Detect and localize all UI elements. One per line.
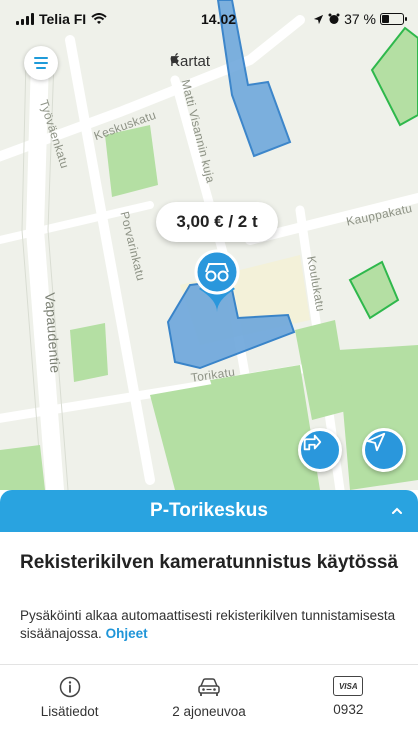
details-label: Lisätiedot <box>40 704 99 719</box>
divider <box>0 664 418 665</box>
instructions-link[interactable]: Ohjeet <box>106 626 148 641</box>
locate-me-button[interactable] <box>362 428 406 472</box>
action-row: Lisätiedot 2 ajoneuvoa VISA 0932 <box>0 672 418 732</box>
card-number-label: 0932 <box>333 702 364 717</box>
car-icon <box>198 678 220 696</box>
alarm-icon <box>328 13 340 24</box>
location-services-icon <box>313 14 324 24</box>
status-bar: Telia FI 14.02 37 % <box>0 0 418 38</box>
directions-button[interactable] <box>298 428 342 472</box>
sheet-header[interactable]: P-Torikeskus <box>0 490 418 532</box>
carrier-name: Telia FI <box>39 11 87 27</box>
info-text: Pysäköinti alkaa automaattisesti rekiste… <box>20 607 405 643</box>
info-heading: Rekisterikilven kameratunnistus käytössä <box>20 552 399 573</box>
info-icon <box>59 676 80 698</box>
map-canvas[interactable] <box>0 0 418 490</box>
battery-icon <box>380 13 407 25</box>
details-button[interactable]: Lisätiedot <box>0 672 139 732</box>
signal-strength-icon <box>16 13 34 25</box>
apple-logo-icon <box>170 53 179 64</box>
vehicles-label: 2 ajoneuvoa <box>172 704 246 719</box>
menu-button[interactable] <box>24 46 58 80</box>
parking-facility-name: P-Torikeskus <box>150 500 268 521</box>
wifi-icon <box>91 13 107 24</box>
vehicles-button[interactable]: 2 ajoneuvoa <box>139 672 278 732</box>
clock: 14.02 <box>201 11 237 27</box>
parking-price-label[interactable]: 3,00 € / 2 t <box>156 202 278 242</box>
maps-attribution: Kartat <box>170 53 210 70</box>
battery-level <box>382 15 390 23</box>
visa-card-icon: VISA <box>333 676 364 696</box>
chevron-up-icon[interactable] <box>388 502 406 520</box>
parking-details-sheet: P-Torikeskus Rekisterikilven kameratunni… <box>0 490 418 737</box>
battery-percentage: 37 % <box>344 11 376 27</box>
location-arrow-icon <box>366 432 386 452</box>
map-view[interactable]: Työväenkatu Keskuskatu Matti Visannin ku… <box>0 0 418 490</box>
directions-icon <box>303 434 322 451</box>
payment-card-button[interactable]: VISA 0932 <box>279 672 418 732</box>
info-description: Pysäköinti alkaa automaattisesti rekiste… <box>20 608 396 641</box>
